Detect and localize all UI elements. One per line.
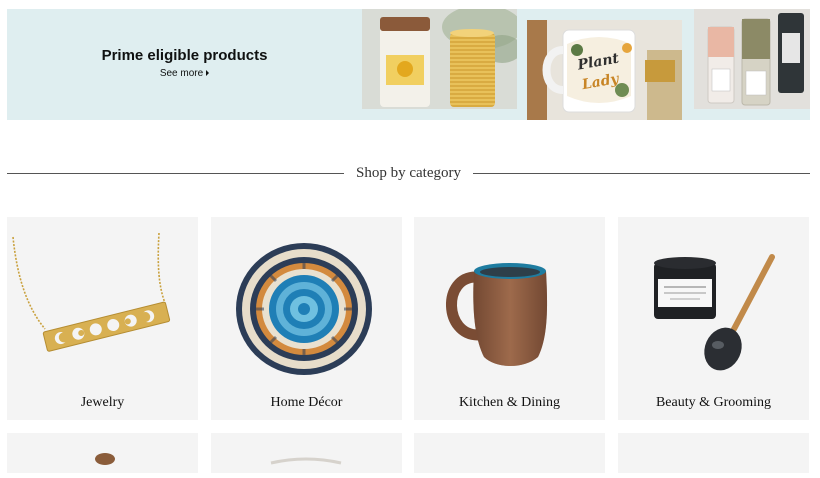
divider-left bbox=[7, 172, 345, 174]
candles-image bbox=[362, 9, 517, 109]
section-title: Shop by category bbox=[356, 164, 461, 181]
product-image bbox=[270, 457, 342, 465]
category-label: Jewelry bbox=[80, 395, 125, 410]
divider-right bbox=[473, 172, 811, 174]
prime-banner-title: Prime eligible products bbox=[101, 46, 268, 64]
prime-banner-text[interactable]: Prime eligible products See more bbox=[7, 9, 362, 120]
category-label: Kitchen & Dining bbox=[458, 395, 561, 410]
category-tile-row2-3[interactable] bbox=[414, 433, 605, 473]
bath-salts-thumbnail[interactable] bbox=[694, 9, 810, 109]
category-tile-home-decor[interactable]: Home Décor bbox=[211, 217, 402, 420]
category-tile-row2-1[interactable] bbox=[7, 433, 198, 473]
mug-thumbnail[interactable]: Plant Lady bbox=[527, 20, 682, 120]
see-more-label: See more bbox=[159, 67, 204, 79]
category-tile-kitchen-dining[interactable]: Kitchen & Dining bbox=[414, 217, 605, 420]
candles-thumbnail[interactable] bbox=[362, 9, 517, 109]
category-label: Home Décor bbox=[270, 395, 343, 410]
woven-basket-image bbox=[236, 243, 372, 375]
charcoal-mask-jar-image bbox=[654, 254, 775, 371]
category-tile-jewelry[interactable]: Jewelry bbox=[7, 217, 198, 420]
category-tile-beauty-grooming[interactable]: Beauty & Grooming bbox=[618, 217, 809, 420]
see-more-link[interactable]: See more bbox=[159, 67, 210, 79]
shop-by-category-heading: Shop by category bbox=[7, 160, 811, 186]
caret-right-icon bbox=[206, 70, 210, 76]
prime-banner[interactable]: Prime eligible products See more Plant L… bbox=[7, 9, 810, 120]
category-tile-row2-2[interactable] bbox=[211, 433, 402, 473]
category-label: Beauty & Grooming bbox=[655, 395, 772, 410]
bath-salts-bottles-image bbox=[694, 9, 810, 109]
plant-lady-mug-image: Plant Lady bbox=[527, 20, 682, 120]
ceramic-mug-image bbox=[446, 263, 548, 366]
moon-phase-necklace-image bbox=[12, 232, 171, 352]
category-tile-row2-4[interactable] bbox=[618, 433, 809, 473]
product-image bbox=[95, 453, 115, 465]
